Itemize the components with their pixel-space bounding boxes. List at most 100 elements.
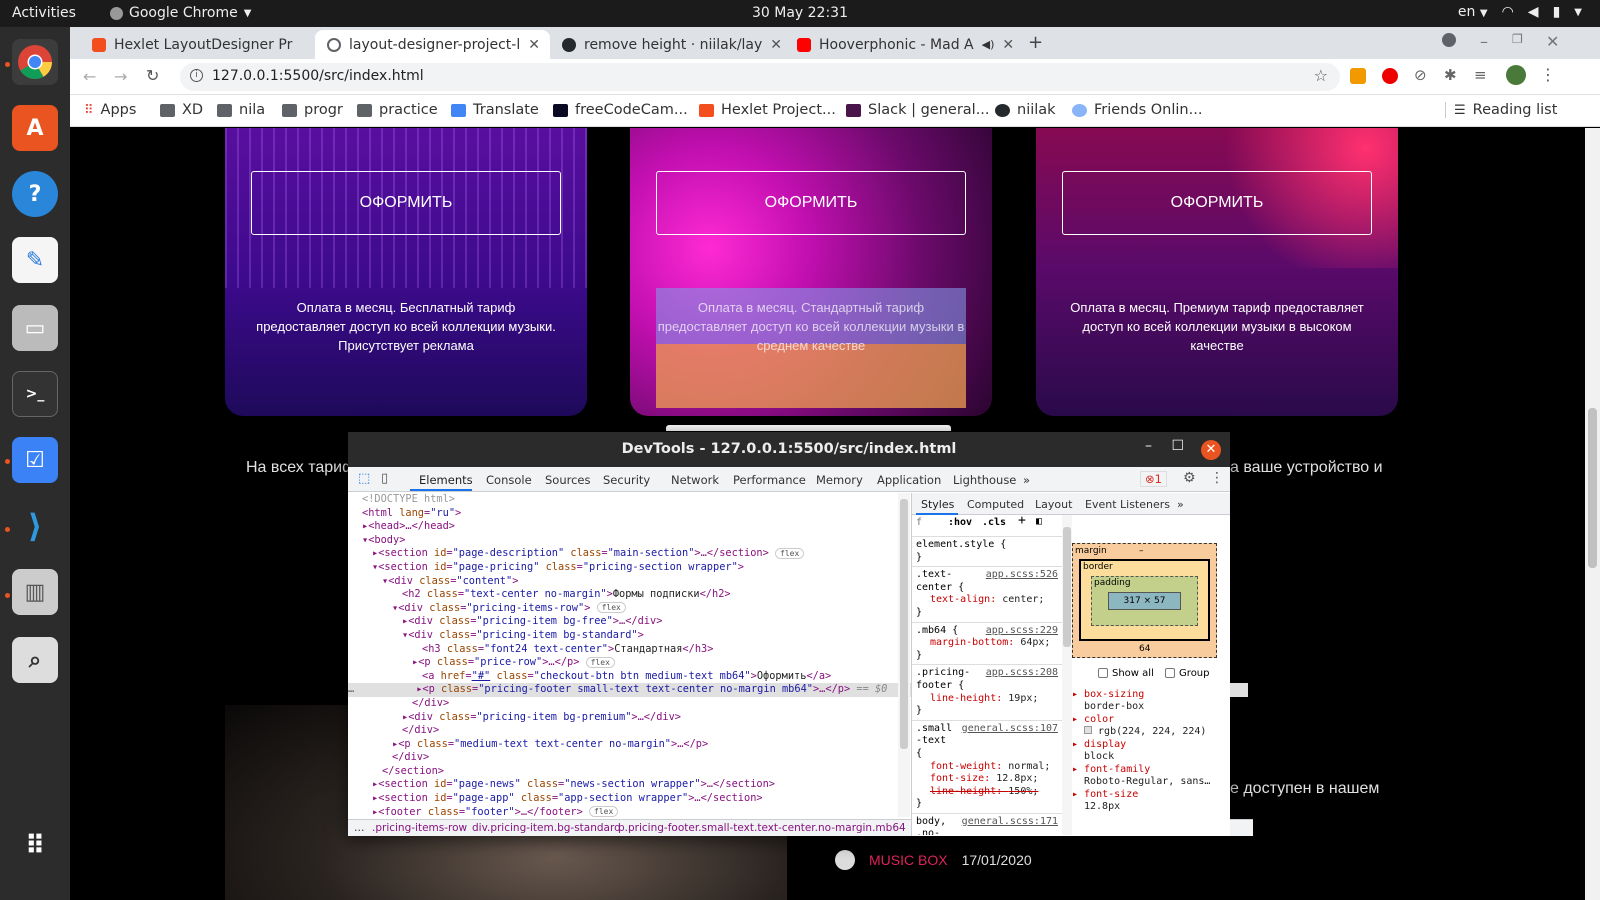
close-icon[interactable]: ✕: [770, 37, 782, 53]
hov-toggle[interactable]: :hov: [948, 517, 972, 530]
text-editor-icon[interactable]: ✎: [12, 237, 58, 283]
tab-layout-designer[interactable]: layout-designer-project-l ✕: [315, 30, 550, 59]
bookmark-folder[interactable]: XD: [160, 102, 203, 118]
device-toolbar-icon[interactable]: ▯: [381, 471, 388, 486]
new-tab-button[interactable]: +: [1028, 32, 1043, 53]
omnibox[interactable]: i 127.0.0.1:5500/src/index.html ☆: [180, 63, 1340, 91]
forward-button[interactable]: →: [114, 67, 127, 86]
breadcrumb-more[interactable]: …: [354, 822, 365, 834]
tab-performance[interactable]: Performance: [733, 473, 806, 487]
show-apps-icon[interactable]: ⠿: [12, 823, 58, 869]
chrome-launcher[interactable]: [12, 39, 58, 85]
box-padding[interactable]: padding 317 × 57: [1091, 576, 1198, 626]
activities-button[interactable]: Activities: [12, 5, 76, 21]
bookmark-folder[interactable]: practice: [357, 102, 438, 118]
computed-prop[interactable]: ▸ box-sizing border-box: [1072, 689, 1222, 714]
gear-icon[interactable]: ⚙: [1183, 470, 1196, 486]
group-checkbox[interactable]: [1165, 668, 1176, 678]
inspect-icon[interactable]: ⬚: [358, 471, 370, 486]
tab-event-listeners[interactable]: Event Listeners: [1085, 498, 1170, 511]
footer-brand[interactable]: MUSIC BOX: [869, 852, 948, 868]
tab-sources[interactable]: Sources: [545, 473, 591, 487]
files-icon[interactable]: ▭: [12, 305, 58, 351]
page-scrollbar[interactable]: [1585, 128, 1600, 900]
tab-security[interactable]: Security: [603, 473, 650, 487]
style-rules[interactable]: f :hov .cls + ◧ element.style {} .text-c…: [912, 515, 1062, 835]
checkout-button[interactable]: ОФОРМИТЬ: [656, 171, 966, 235]
tasks-icon[interactable]: ☑: [12, 437, 58, 483]
software-center-icon[interactable]: A: [12, 105, 58, 151]
close-icon[interactable]: ✕: [1002, 37, 1014, 53]
dom-node-menu[interactable]: …: [348, 683, 354, 695]
media-icon[interactable]: ≡: [1474, 66, 1487, 84]
scrollbar-thumb[interactable]: [1063, 527, 1071, 647]
flex-badge[interactable]: flex: [596, 602, 626, 614]
app-menu[interactable]: Google Chrome ▼: [110, 5, 251, 21]
rule-body[interactable]: body, .no-margin {general.scss:171: [912, 814, 1062, 835]
back-button[interactable]: ←: [83, 67, 96, 86]
flex-badge[interactable]: flex: [589, 806, 619, 817]
star-icon[interactable]: ☆: [1314, 66, 1328, 85]
menu-icon[interactable]: ⋮: [1540, 65, 1556, 84]
scrollbar-thumb[interactable]: [1588, 408, 1597, 568]
breadcrumb-item[interactable]: .pricing-items-row: [372, 822, 467, 834]
bookmark-freecodecamp[interactable]: freeCodeCam...: [553, 102, 688, 118]
wifi-icon[interactable]: ◠: [1502, 4, 1514, 20]
add-rule-icon[interactable]: +: [1018, 515, 1026, 528]
rule-pricing-footer[interactable]: .pricing-footer {app.scss:208 line-heigh…: [912, 665, 1062, 721]
tab-search-icon[interactable]: [1442, 33, 1456, 47]
box-content[interactable]: 317 × 57: [1108, 592, 1181, 610]
checkout-button[interactable]: ОФОРМИТЬ: [251, 171, 561, 235]
breadcrumb-item[interactable]: div.pricing-item.bg-standard: [472, 822, 621, 834]
tab-github[interactable]: remove height · niilak/lay ✕: [550, 30, 785, 59]
computed-prop[interactable]: ▸ display block: [1072, 739, 1222, 764]
rule-text-center[interactable]: .text-center {app.scss:526 text-align: c…: [912, 567, 1062, 623]
element-style-rule[interactable]: element.style {}: [912, 537, 1062, 568]
magnifier-icon[interactable]: ⌕: [12, 637, 58, 683]
adblock-icon[interactable]: [1382, 68, 1398, 84]
error-counter[interactable]: ⊗1: [1140, 471, 1167, 487]
reload-button[interactable]: ↻: [146, 66, 159, 85]
rule-mb64[interactable]: .mb64 {app.scss:229 margin-bottom: 64px;…: [912, 623, 1062, 666]
info-icon[interactable]: i: [190, 69, 203, 82]
bookmark-slack[interactable]: Slack | general...: [846, 102, 990, 118]
box-border[interactable]: border padding 317 × 57: [1079, 559, 1210, 641]
more-tabs-icon[interactable]: »: [1177, 498, 1184, 511]
bookmark-apps[interactable]: ⠿ Apps: [84, 102, 136, 118]
tab-application[interactable]: Application: [877, 473, 941, 487]
bookmark-friends[interactable]: Friends Onlin...: [1072, 102, 1202, 118]
battery-icon[interactable]: ▮: [1553, 4, 1561, 20]
bookmark-folder[interactable]: nila: [217, 102, 265, 118]
chevron-down-icon[interactable]: ▼: [1574, 7, 1582, 18]
puzzle-icon[interactable]: ✱: [1444, 66, 1457, 84]
bookmark-hexlet[interactable]: Hexlet Project...: [699, 102, 836, 118]
terminal-icon[interactable]: >_: [12, 371, 58, 417]
tab-hexlet[interactable]: Hexlet LayoutDesigner Pr: [80, 30, 315, 59]
menu-icon[interactable]: ⋮: [1210, 470, 1224, 486]
avatar[interactable]: [1506, 65, 1526, 85]
rule-small-text[interactable]: .small-text {general.scss:107 font-weigh…: [912, 721, 1062, 814]
flex-badge[interactable]: flex: [585, 656, 615, 668]
filter-icon[interactable]: f: [916, 517, 922, 528]
tab-network[interactable]: Network: [671, 473, 719, 487]
elements-scrollbar[interactable]: [898, 493, 910, 817]
tab-elements[interactable]: Elements: [419, 473, 473, 487]
clock[interactable]: 30 May 22:31: [752, 5, 848, 21]
rules-scrollbar[interactable]: [1062, 515, 1072, 835]
checkout-button[interactable]: ОФОРМИТЬ: [1062, 171, 1372, 235]
vscode-icon[interactable]: ⟩: [12, 503, 58, 549]
archive-icon[interactable]: ▥: [12, 569, 58, 615]
close-window-button[interactable]: ✕: [1546, 32, 1559, 51]
show-all-checkbox[interactable]: [1098, 668, 1108, 678]
scrollbar-thumb[interactable]: [900, 499, 908, 749]
minimize-button[interactable]: –: [1145, 438, 1152, 454]
computed-prop[interactable]: ▸ color rgb(224, 224, 224): [1072, 714, 1222, 739]
audio-icon[interactable]: ◀): [982, 38, 995, 51]
more-tabs-icon[interactable]: »: [1023, 473, 1030, 487]
cls-toggle[interactable]: .cls: [982, 517, 1006, 530]
bookmark-translate[interactable]: Translate: [451, 102, 539, 118]
sidebar-toggle-icon[interactable]: ◧: [1036, 516, 1042, 529]
help-icon[interactable]: ?: [12, 171, 58, 217]
volume-icon[interactable]: ◀: [1528, 4, 1539, 20]
flex-badge[interactable]: flex: [775, 547, 805, 559]
